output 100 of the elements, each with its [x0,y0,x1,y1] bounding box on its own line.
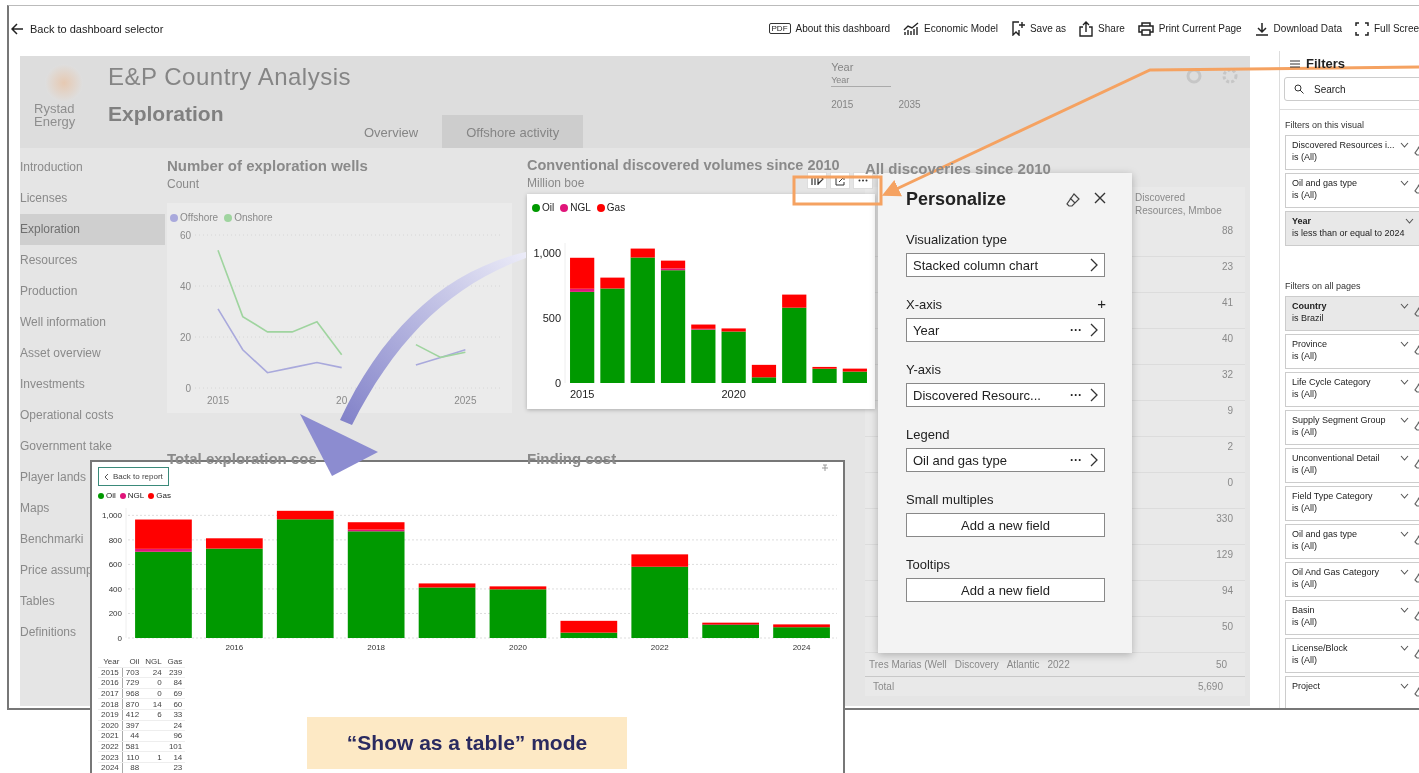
table-cell-text: 330 [1216,512,1233,526]
chart-subtitle: Million boe [527,176,585,190]
table-cell: 0 [157,678,162,688]
axis-label: 1,000 [101,511,122,521]
filter-card[interactable]: Country is Brazil [1285,296,1419,331]
table-cell: 84 [173,678,183,688]
table-cell: 2024 [101,763,119,773]
section-label: Filters on all pages [1284,280,1362,293]
caption-label: “Show as a table” mode [307,717,627,769]
table-cell: 24 [152,667,162,677]
table-cell: 69 [173,689,183,699]
range-start: 2015 [831,99,854,110]
axis-label: 0 [554,376,561,389]
field-label: Visualization type [906,232,1007,247]
add-field-button[interactable]: Add a new field [906,578,1105,602]
table-cell: 2017 [101,689,119,699]
filter-card[interactable]: Oil and gas type is (All) [1285,524,1419,559]
filter-card[interactable]: Province is (All) [1285,334,1419,369]
field-label: Small multiples [906,492,994,507]
add-field-button[interactable]: Add a new field [906,513,1105,537]
axis-label: 600 [108,560,122,570]
filter-card[interactable]: Oil and gas type is (All) [1285,173,1419,208]
table-cell-text: Atlantic [1005,659,1041,672]
filter-card[interactable]: Unconventional Detail is (All) [1285,448,1419,483]
table-cell: 2020 [101,720,119,730]
table-cell: 2018 [101,699,119,709]
back-link[interactable]: Back to dashboard selector [11,22,164,35]
filter-card[interactable]: Life Cycle Category is (All) [1285,372,1419,407]
axis-label: 2016 [225,643,244,652]
column-header: Year [98,657,123,668]
table-cell: 44 [130,731,140,741]
axis-label: 0 [185,383,191,394]
pdf-icon: PDF [768,23,791,34]
table-cell-text: 5,690 [1196,681,1224,692]
filter-card[interactable]: License/Block is (All) [1285,638,1419,673]
table-cell: 412 [125,710,140,720]
filter-card[interactable]: Supply Segment Group is (All) [1285,410,1419,445]
field-selector[interactable]: Year ··· [906,318,1105,342]
table-cell: 397 [125,720,140,730]
chart-title: Number of exploration wells [167,157,368,174]
axis-label: 2022 [650,643,669,652]
legend-label: Gas [606,202,626,213]
field-label: Y-axis [906,362,941,377]
axis-label: 2015 [569,388,595,400]
add-button[interactable]: + [1097,297,1106,312]
axis-label: 2020 [509,643,527,652]
table-cell: 23 [173,763,183,773]
field-selector[interactable]: Oil and gas type ··· [906,448,1105,472]
axis-label: 2015 [206,395,230,406]
chart-title: Conventional discovered volumes since 2010 [527,157,840,173]
toolbar-button[interactable]: Print Current Page [1137,21,1242,36]
table-cell: 14 [152,699,162,709]
filter-card[interactable]: Year is less than or equal to 2024 [1285,211,1419,246]
axis-label: 0 [117,633,122,643]
legend-label: NGL [570,202,591,213]
filter-card[interactable]: Oil And Gas Category is (All) [1285,562,1419,597]
table-cell: 6 [157,710,162,720]
table-cell: 2015 [101,667,119,677]
table-cell-text: 50 [1221,620,1233,634]
toolbar-button[interactable]: Economic Model [903,21,998,36]
table-cell: 101 [168,742,183,752]
search-field[interactable]: Search [1284,77,1419,101]
filter-card[interactable]: Discovered Resources i... is (All) [1285,135,1419,170]
field-selector[interactable]: Stacked column chart [906,253,1105,277]
toolbar-button[interactable]: Download Data [1254,21,1342,36]
column-header: Oil [122,657,143,668]
axis-label: 200 [108,609,122,619]
table-cell-text: 40 [1221,332,1233,346]
field-label: Tooltips [906,557,951,572]
table-cell-text: 32 [1221,368,1233,382]
filter-card[interactable]: Project [1285,676,1419,708]
axis-label: 20 [179,332,191,343]
table-cell: 2021 [101,731,119,741]
table-cell: 96 [173,731,183,741]
table-cell-text: 2 [1227,440,1233,454]
table-cell-text: 0 [1227,476,1233,490]
table-cell: 60 [173,699,183,709]
filter-card[interactable]: Basin is (All) [1285,600,1419,635]
table-cell-text: 94 [1221,584,1233,598]
toolbar-button[interactable]: Share [1079,20,1125,37]
legend-label: Gas [156,491,171,500]
field-selector[interactable]: Discovered Resourc... ··· [906,383,1105,407]
table-cell: 870 [125,699,140,709]
legend-label: Oil [106,491,116,500]
toolbar-button[interactable]: PDF About this dashboard [768,23,891,34]
filter-card[interactable]: Field Type Category is (All) [1285,486,1419,521]
table-cell: 2019 [101,710,119,720]
back-to-report-button[interactable]: Back to report [98,467,169,486]
slicer-label: Year [831,61,855,73]
table-cell: 33 [173,710,183,720]
logo-text: Rystad Energy [34,102,77,128]
toolbar-button[interactable]: Save as [1010,21,1067,36]
panel-title: Personalize [906,189,1007,210]
table-cell: 24 [173,720,183,730]
toolbar-button[interactable]: Full Scree [1355,21,1419,36]
axis-label: 40 [179,281,191,292]
table-cell: 729 [125,678,140,688]
table-cell-text: Discovery [953,659,1000,672]
report-title: E&P Country Analysis [108,62,352,92]
legend-label: Offshore [180,212,219,223]
